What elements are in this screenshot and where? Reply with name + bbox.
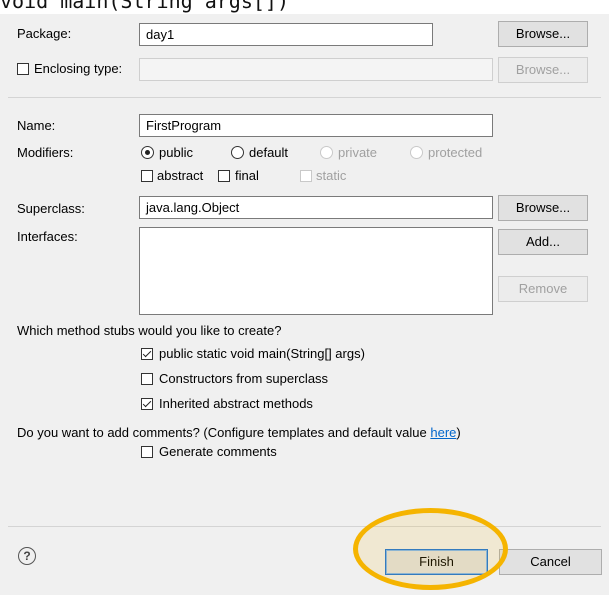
cancel-button[interactable]: Cancel [499,549,602,575]
stubs-question: Which method stubs would you like to cre… [17,323,282,338]
interfaces-add-button[interactable]: Add... [498,229,588,255]
protected-radio [410,146,423,159]
constructors-checkbox[interactable] [141,373,153,385]
superclass-input[interactable]: java.lang.Object [139,196,493,219]
code-text: void main(String args[]) [0,0,289,13]
enclosing-type-checkbox[interactable] [17,63,29,75]
public-radio[interactable] [141,146,154,159]
inherited-methods-label: Inherited abstract methods [159,396,313,411]
main-method-checkbox[interactable] [141,348,153,360]
name-label: Name: [17,118,56,133]
final-label: final [235,168,259,183]
superclass-label: Superclass: [17,201,85,216]
footer-separator [8,526,601,527]
enclosing-type-browse-button: Browse... [498,57,588,83]
inherited-methods-checkbox[interactable] [141,398,153,410]
interfaces-remove-button: Remove [498,276,588,302]
generate-comments-checkbox[interactable] [141,446,153,458]
constructors-label: Constructors from superclass [159,371,329,386]
public-radio-label: public [159,145,193,160]
modifiers-label: Modifiers: [17,145,74,160]
enclosing-type-label: Enclosing type: [34,61,123,76]
finish-button[interactable]: Finish [385,549,488,575]
generate-comments-label: Generate comments [159,444,277,459]
comments-question-prefix: Do you want to add comments? (Configure … [17,425,431,440]
protected-radio-label: protected [428,145,483,160]
interfaces-label: Interfaces: [17,229,78,244]
default-radio-label: default [249,145,289,160]
separator [8,97,601,98]
interfaces-list[interactable] [139,227,493,315]
superclass-browse-button[interactable]: Browse... [498,195,588,221]
top-code-strip: void main(String args[]) [0,0,609,14]
final-checkbox[interactable] [218,170,230,182]
abstract-checkbox[interactable] [141,170,153,182]
name-input[interactable]: FirstProgram [139,114,493,137]
package-input[interactable]: day1 [139,23,433,46]
main-method-label: public static void main(String[] args) [159,346,365,361]
default-radio[interactable] [231,146,244,159]
static-label: static [316,168,347,183]
static-checkbox [300,170,312,182]
private-radio-label: private [338,145,378,160]
help-icon[interactable]: ? [18,547,36,565]
package-browse-button[interactable]: Browse... [498,21,588,47]
comments-question: Do you want to add comments? (Configure … [17,425,461,441]
comments-question-suffix: ) [456,425,461,440]
package-label: Package: [17,26,72,41]
private-radio [320,146,333,159]
enclosing-type-input [139,58,493,81]
configure-templates-link[interactable]: here [430,425,456,440]
abstract-label: abstract [157,168,204,183]
